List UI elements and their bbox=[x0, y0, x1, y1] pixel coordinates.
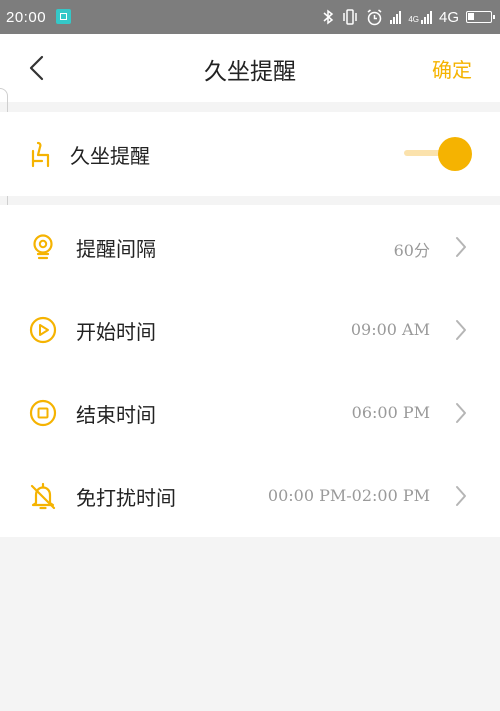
setting-value: 60分 bbox=[393, 241, 430, 260]
signal-icon bbox=[390, 10, 402, 24]
sedentary-toggle-row: 久坐提醒 bbox=[0, 112, 500, 196]
stop-icon bbox=[29, 399, 57, 427]
confirm-button[interactable]: 确定 bbox=[432, 54, 472, 83]
setting-label: 结束时间 bbox=[76, 403, 156, 427]
setting-label: 免打扰时间 bbox=[76, 486, 176, 510]
chevron-right-icon bbox=[456, 486, 466, 506]
sedentary-toggle-switch[interactable] bbox=[404, 137, 472, 171]
setting-row-do-not-disturb[interactable]: 免打扰时间 00:00 PM-02:00 PM bbox=[0, 454, 500, 537]
vibrate-icon bbox=[343, 9, 358, 25]
page-title: 久坐提醒 bbox=[204, 59, 296, 85]
status-bar: 20:00 4G 4G bbox=[0, 0, 500, 34]
setting-row-start-time[interactable]: 开始时间 09:00 AM bbox=[0, 288, 500, 371]
setting-value: 06:00 PM bbox=[351, 403, 430, 422]
signal-4g-icon: 4G bbox=[408, 10, 432, 24]
toggle-label: 久坐提醒 bbox=[70, 144, 150, 168]
status-icons: 4G 4G bbox=[322, 6, 495, 28]
settings-list: 提醒间隔 60分 开始时间 09:00 AM 结束时间 06:00 PM 免打扰… bbox=[0, 205, 500, 537]
setting-row-end-time[interactable]: 结束时间 06:00 PM bbox=[0, 371, 500, 454]
battery-icon bbox=[466, 11, 495, 23]
setting-row-interval[interactable]: 提醒间隔 60分 bbox=[0, 205, 500, 288]
seat-icon bbox=[31, 141, 50, 168]
bell-off-icon bbox=[30, 482, 56, 510]
setting-label: 提醒间隔 bbox=[76, 237, 156, 261]
play-icon bbox=[29, 316, 57, 344]
chevron-right-icon bbox=[456, 320, 466, 340]
header-bar: 久坐提醒 确定 bbox=[0, 34, 500, 102]
setting-label: 开始时间 bbox=[76, 320, 156, 344]
status-time: 20:00 bbox=[6, 9, 47, 26]
bluetooth-icon bbox=[323, 9, 334, 25]
app-icon bbox=[56, 9, 71, 24]
chevron-right-icon bbox=[456, 237, 466, 257]
network-label: 4G bbox=[438, 8, 459, 26]
setting-value: 00:00 PM-02:00 PM bbox=[267, 486, 430, 505]
setting-value: 09:00 AM bbox=[350, 320, 430, 339]
bulb-icon bbox=[33, 234, 53, 260]
alarm-icon bbox=[367, 8, 382, 25]
chevron-right-icon bbox=[456, 403, 466, 423]
toggle-knob bbox=[438, 137, 472, 171]
